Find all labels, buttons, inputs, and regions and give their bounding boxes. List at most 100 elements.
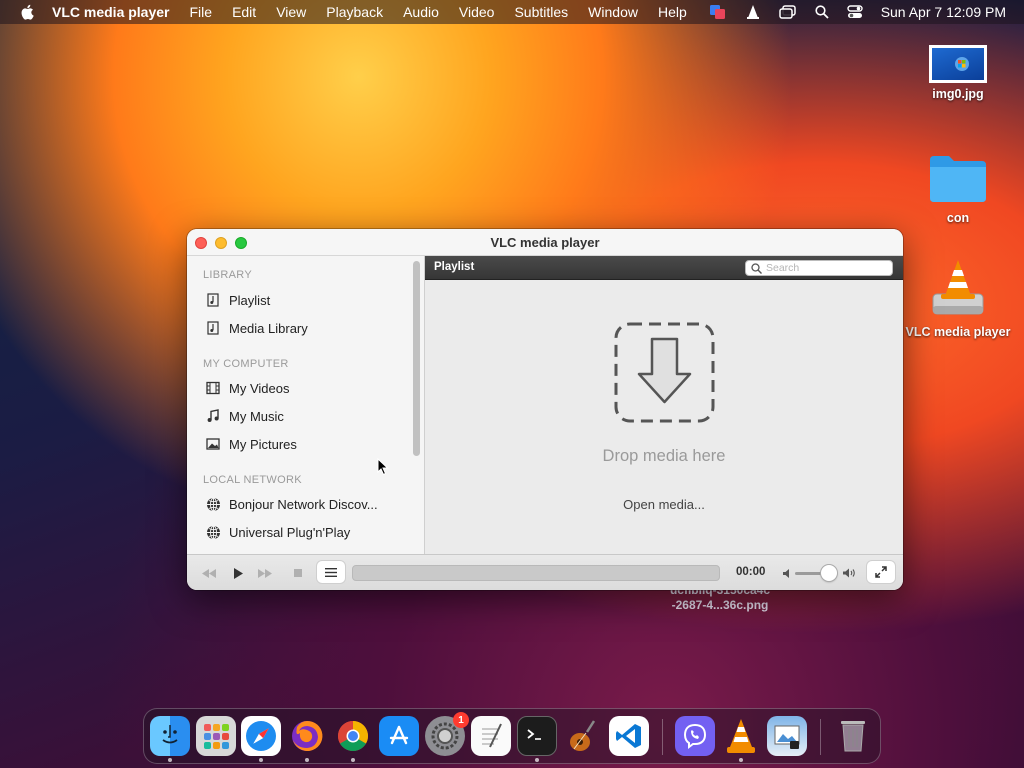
folder-icon: [930, 156, 986, 202]
sidebar-item-my-music[interactable]: My Music: [205, 405, 284, 427]
menu-window[interactable]: Window: [588, 4, 638, 20]
fast-forward-button[interactable]: [257, 563, 273, 583]
running-indicator: [535, 758, 539, 762]
dock-finder-icon[interactable]: [150, 716, 190, 756]
spotlight-search-icon[interactable]: [815, 5, 829, 19]
menu-subtitles[interactable]: Subtitles: [514, 4, 568, 20]
desktop-icon-img0[interactable]: img0.jpg: [903, 45, 1013, 101]
play-icon: [233, 567, 243, 579]
drop-media-text: Drop media here: [602, 447, 726, 465]
toggle-playlist-button[interactable]: [317, 561, 345, 583]
open-media-button[interactable]: Open media...: [613, 492, 715, 516]
playlist-title: Playlist: [434, 261, 475, 273]
vlc-tray-icon[interactable]: [745, 4, 761, 20]
film-icon: [205, 380, 221, 396]
desktop-icon-vlc[interactable]: VLC media player: [903, 258, 1013, 339]
section-heading-my-computer: MY COMPUTER: [203, 358, 289, 370]
sidebar-item-my-pictures[interactable]: My Pictures: [205, 433, 297, 455]
dock-garageband-icon[interactable]: [563, 716, 603, 756]
menu-video[interactable]: Video: [459, 4, 495, 20]
desktop-icon-con[interactable]: con: [903, 152, 1013, 225]
fullscreen-icon: [875, 566, 887, 578]
media-library-icon: [205, 320, 221, 336]
dock-vscode-icon[interactable]: [609, 716, 649, 756]
menu-app-name[interactable]: VLC media player: [52, 4, 170, 20]
sidebar-item-label: Media Library: [229, 320, 308, 336]
stop-icon: [294, 569, 302, 577]
playlist-header: Playlist: [425, 256, 903, 280]
sidebar: LIBRARY Playlist Media Library MY COMPUT…: [187, 256, 425, 554]
sidebar-item-playlist[interactable]: Playlist: [205, 289, 270, 311]
desktop-icon-label: VLC media player: [905, 325, 1011, 339]
menu-bar-tray: Sun Apr 7 12:09 PM: [709, 0, 1024, 24]
menu-file[interactable]: File: [190, 4, 213, 20]
dock-launchpad-icon[interactable]: [196, 716, 236, 756]
dock-trash-icon[interactable]: [833, 716, 873, 756]
menu-help[interactable]: Help: [658, 4, 687, 20]
fullscreen-button[interactable]: [867, 561, 895, 583]
menu-view[interactable]: View: [276, 4, 306, 20]
menu-clock[interactable]: Sun Apr 7 12:09 PM: [881, 4, 1006, 20]
apple-menu-icon[interactable]: [20, 4, 34, 20]
sidebar-item-my-videos[interactable]: My Videos: [205, 377, 289, 399]
dock-separator: [820, 719, 821, 755]
menu-playback[interactable]: Playback: [326, 4, 383, 20]
sidebar-item-label: Universal Plug'n'Play: [229, 524, 351, 540]
screen-share-icon[interactable]: [709, 4, 727, 20]
dock-vlc-icon[interactable]: [721, 716, 761, 756]
running-indicator: [305, 758, 309, 762]
network-globe-icon: [205, 496, 221, 512]
notification-badge: 1: [453, 712, 469, 728]
dock-app-store-icon[interactable]: [379, 716, 419, 756]
speaker-high-icon: [842, 568, 855, 578]
music-note-icon: [205, 408, 221, 424]
volume-knob[interactable]: [821, 565, 837, 581]
sidebar-item-label: My Videos: [229, 380, 290, 396]
dock-safari-icon[interactable]: [241, 716, 281, 756]
vlc-disk-icon: [932, 260, 984, 315]
sidebar-item-label: Bonjour Network Discov...: [229, 496, 378, 512]
desktop-icon-label: con: [946, 211, 970, 225]
menu-bar: VLC media player File Edit View Playback…: [0, 0, 1024, 24]
sidebar-item-upnp[interactable]: Universal Plug'n'Play: [205, 521, 350, 543]
control-center-icon[interactable]: [846, 5, 863, 19]
dock-preview-icon[interactable]: [767, 716, 807, 756]
menu-edit[interactable]: Edit: [232, 4, 256, 20]
sidebar-item-label: Playlist: [229, 292, 271, 308]
playlist-search[interactable]: [745, 260, 893, 276]
list-icon: [325, 567, 337, 577]
running-indicator: [739, 758, 743, 762]
rewind-button[interactable]: [201, 563, 217, 583]
search-icon: [751, 262, 762, 274]
playlist-search-input[interactable]: [766, 262, 886, 274]
file-name-line-2: -2687-4...36c.png: [671, 598, 769, 612]
mute-button[interactable]: [782, 563, 792, 583]
drop-media-arrow-icon[interactable]: [614, 322, 715, 423]
desktop-icon-label: img0.jpg: [932, 87, 984, 101]
dock-terminal-icon[interactable]: [517, 716, 557, 756]
sidebar-item-label: My Music: [229, 408, 284, 424]
rewind-icon: [202, 568, 216, 578]
playlist-icon: [205, 292, 221, 308]
section-heading-local-network: LOCAL NETWORK: [203, 474, 302, 486]
dock-system-settings-icon[interactable]: 1: [425, 712, 469, 756]
sidebar-item-bonjour[interactable]: Bonjour Network Discov...: [205, 493, 378, 515]
menu-audio[interactable]: Audio: [403, 4, 439, 20]
sidebar-item-media-library[interactable]: Media Library: [205, 317, 308, 339]
sidebar-item-label: My Pictures: [229, 436, 297, 452]
dock-separator: [662, 719, 663, 755]
seek-bar[interactable]: [352, 565, 720, 581]
running-indicator: [351, 758, 355, 762]
dock-textedit-icon[interactable]: [471, 716, 511, 756]
title-bar[interactable]: VLC media player: [187, 229, 903, 256]
max-volume-button[interactable]: [842, 563, 856, 583]
speaker-low-icon: [782, 568, 789, 578]
sidebar-scrollbar[interactable]: [413, 261, 420, 456]
dock-firefox-icon[interactable]: [287, 716, 327, 756]
window-switcher-icon[interactable]: [778, 5, 797, 19]
dock-viber-icon[interactable]: [675, 716, 715, 756]
dock-chrome-icon[interactable]: [333, 716, 373, 756]
dock: 1: [143, 708, 881, 764]
play-button[interactable]: [231, 563, 245, 583]
stop-button[interactable]: [291, 563, 305, 583]
